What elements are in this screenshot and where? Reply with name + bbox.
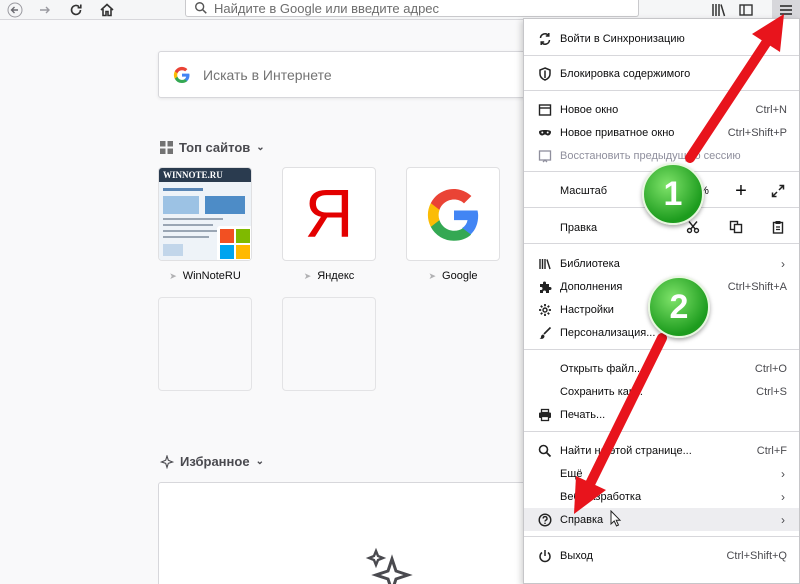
library-button[interactable] <box>707 0 731 20</box>
menu-separator <box>524 90 799 91</box>
menu-item-find[interactable]: Найти на этой странице... Ctrl+F <box>524 439 799 462</box>
new-window-icon <box>537 102 553 118</box>
sparkle-icon <box>160 454 174 469</box>
back-button[interactable] <box>2 0 28 20</box>
menu-item-private-window[interactable]: Новое приватное окно Ctrl+Shift+P <box>524 121 799 144</box>
chevron-right-icon: › <box>781 489 785 504</box>
windows-logo-icon <box>217 226 251 260</box>
menu-item-quit[interactable]: Выход Ctrl+Shift+Q <box>524 544 799 567</box>
restore-session-icon <box>537 148 553 164</box>
power-icon <box>537 548 553 564</box>
open-menu-button[interactable] <box>772 0 800 20</box>
empty-tile[interactable] <box>282 297 376 391</box>
menu-item-web-developer[interactable]: Веб-разработка › <box>524 485 799 508</box>
google-logo-icon <box>427 189 479 241</box>
library-icon <box>712 4 726 17</box>
menu-separator <box>524 431 799 432</box>
browser-toolbar <box>0 0 800 20</box>
home-button[interactable] <box>94 0 120 20</box>
menu-separator <box>524 536 799 537</box>
printer-icon <box>537 407 553 423</box>
pin-icon: ➤ <box>428 271 437 281</box>
top-site-tile-winnote[interactable]: WINNOTE.RU <box>158 167 252 261</box>
fullscreen-icon <box>771 184 785 198</box>
grid-icon <box>160 141 173 154</box>
search-icon <box>537 443 553 459</box>
menu-item-restore-session[interactable]: Восстановить предыдущую сессию <box>524 144 799 167</box>
tile-label-yandex: ➤ Яндекс <box>303 270 355 282</box>
back-arrow-icon <box>7 2 23 18</box>
pin-icon: ➤ <box>303 271 312 281</box>
mouse-cursor-icon <box>610 510 622 527</box>
tile-label-google: ➤ Google <box>428 270 478 282</box>
forward-arrow-icon <box>40 6 50 14</box>
top-sites-header[interactable]: Топ сайтов ⌄ <box>160 140 265 155</box>
menu-item-sync[interactable]: Войти в Синхронизацию <box>524 27 799 50</box>
menu-item-new-window[interactable]: Новое окно Ctrl+N <box>524 98 799 121</box>
menu-item-open-file[interactable]: Открыть файл... Ctrl+O <box>524 357 799 380</box>
puzzle-piece-icon <box>537 279 553 295</box>
copy-button[interactable] <box>725 216 747 238</box>
sidebar-button[interactable] <box>734 0 758 20</box>
library-icon <box>537 256 553 272</box>
sync-icon <box>537 31 553 47</box>
fullscreen-button[interactable] <box>768 181 788 201</box>
menu-separator <box>524 349 799 350</box>
top-sites-title: Топ сайтов <box>179 140 251 155</box>
hamburger-menu-icon <box>780 5 792 15</box>
menu-item-help[interactable]: Справка › <box>524 508 799 531</box>
yandex-logo: Я <box>304 176 354 252</box>
winnote-logo: WINNOTE.RU <box>159 168 251 182</box>
chevron-down-icon: ⌄ <box>255 456 264 467</box>
menu-separator <box>524 55 799 56</box>
paintbrush-icon <box>537 325 553 341</box>
google-g-icon <box>173 66 190 83</box>
menu-item-more[interactable]: Ещё › <box>524 462 799 485</box>
private-mask-icon <box>537 125 553 141</box>
top-site-tile-google[interactable] <box>406 167 500 261</box>
menu-item-save-as[interactable]: Сохранить как... Ctrl+S <box>524 380 799 403</box>
chevron-right-icon: › <box>781 256 785 271</box>
top-site-tile-yandex[interactable]: Я <box>282 167 376 261</box>
step-badge-2: 2 <box>648 276 710 338</box>
chevron-right-icon: › <box>781 512 785 527</box>
clipboard-icon <box>772 221 784 234</box>
reload-button[interactable] <box>63 0 89 20</box>
search-icon <box>195 2 207 14</box>
menu-item-content-blocking[interactable]: Блокировка содержимого <box>524 62 799 85</box>
favorites-header[interactable]: Избранное ⌄ <box>160 454 264 469</box>
menu-item-print[interactable]: Печать... <box>524 403 799 426</box>
menu-item-library[interactable]: Библиотека › <box>524 252 799 275</box>
gear-icon <box>537 302 553 318</box>
scissors-icon <box>686 221 700 234</box>
address-bar[interactable] <box>185 0 639 17</box>
help-icon <box>537 512 553 528</box>
home-icon <box>100 3 114 17</box>
shield-icon <box>537 66 553 82</box>
reload-icon <box>70 4 82 16</box>
empty-tile[interactable] <box>158 297 252 391</box>
chevron-right-icon: › <box>781 466 785 481</box>
forward-button[interactable] <box>32 0 58 20</box>
sidebar-icon <box>739 4 753 16</box>
paste-button[interactable] <box>767 216 789 238</box>
zoom-in-button[interactable]: + <box>729 179 753 203</box>
tile-label-winnote: ➤ WinNoteRU <box>169 270 241 282</box>
menu-separator <box>524 243 799 244</box>
step-badge-1: 1 <box>642 163 704 225</box>
favorites-title: Избранное <box>180 454 250 469</box>
copy-icon <box>729 220 743 234</box>
address-input[interactable] <box>214 0 614 16</box>
pin-icon: ➤ <box>169 271 177 281</box>
chevron-down-icon: ⌄ <box>256 142 265 153</box>
sparkle-large-icon <box>365 547 413 584</box>
